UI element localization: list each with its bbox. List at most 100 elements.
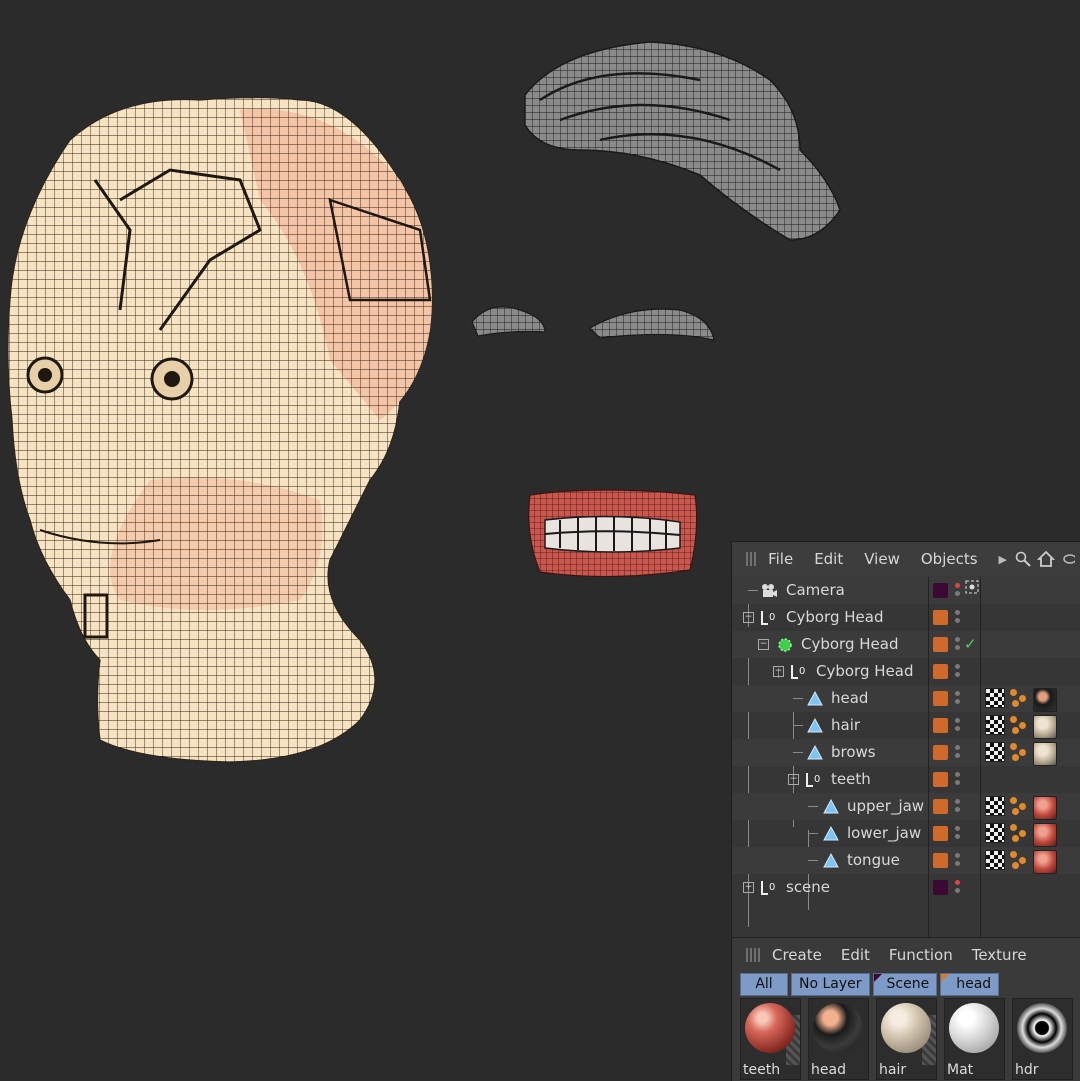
expand-icon[interactable]: + <box>743 882 754 893</box>
visibility-dots[interactable] <box>955 851 963 871</box>
visibility-dots[interactable] <box>955 770 963 790</box>
visibility-dots[interactable] <box>955 716 963 736</box>
check-icon[interactable]: ✓ <box>964 634 977 655</box>
visibility-dots[interactable] <box>955 662 963 682</box>
object-name: head <box>831 689 869 707</box>
material-tag-icon[interactable] <box>1033 715 1057 739</box>
object-name: hair <box>831 716 861 734</box>
uvw-tag-icon[interactable] <box>1009 715 1029 735</box>
polygon-icon <box>823 798 839 814</box>
uvw-tag-icon[interactable] <box>1009 850 1029 870</box>
material-list: teeth head hair Mat hdr <box>740 998 1073 1080</box>
phong-tag-icon[interactable] <box>985 688 1005 708</box>
object-row-hair[interactable]: hair <box>732 712 1080 739</box>
layer-swatch[interactable] <box>933 718 948 733</box>
material-tag-icon[interactable] <box>1033 823 1057 847</box>
uvw-tag-icon[interactable] <box>1009 823 1029 843</box>
grip-icon[interactable] <box>746 552 759 566</box>
material-mat[interactable]: Mat <box>944 998 1005 1080</box>
layer-swatch[interactable] <box>933 583 948 598</box>
svg-text:0: 0 <box>814 774 820 785</box>
home-icon[interactable] <box>1037 550 1055 568</box>
object-row-teeth[interactable]: − 0 teeth <box>732 766 1080 793</box>
filter-head[interactable]: head <box>940 973 1000 996</box>
material-manager-menubar: Create Edit Function Texture <box>732 938 1080 972</box>
layer-swatch[interactable] <box>933 637 948 652</box>
layer-swatch[interactable] <box>933 610 948 625</box>
menu-view[interactable]: View <box>864 550 900 568</box>
visibility-dots[interactable] <box>955 878 963 898</box>
material-tag-icon[interactable] <box>1033 850 1057 874</box>
menu-objects[interactable]: Objects <box>921 550 978 568</box>
menu-edit[interactable]: Edit <box>841 946 870 964</box>
polygon-icon <box>807 717 823 733</box>
object-name: Camera <box>786 581 845 599</box>
link-icon[interactable] <box>1061 550 1075 568</box>
material-tag-icon[interactable] <box>1033 742 1057 766</box>
object-row-lower-jaw[interactable]: lower_jaw <box>732 820 1080 847</box>
menu-file[interactable]: File <box>768 550 793 568</box>
object-row-upper-jaw[interactable]: upper_jaw <box>732 793 1080 820</box>
menu-edit[interactable]: Edit <box>814 550 843 568</box>
filter-all[interactable]: All <box>740 973 788 996</box>
search-icon[interactable] <box>1015 550 1031 568</box>
phong-tag-icon[interactable] <box>985 823 1005 843</box>
object-row-camera[interactable]: Camera <box>732 577 1080 604</box>
filter-scene[interactable]: Scene <box>872 973 938 996</box>
object-tags <box>985 850 1057 874</box>
visibility-dots[interactable] <box>955 824 963 844</box>
object-row-scene[interactable]: + 0 scene <box>732 874 1080 901</box>
menu-texture[interactable]: Texture <box>972 946 1027 964</box>
phong-tag-icon[interactable] <box>985 715 1005 735</box>
visibility-dots[interactable] <box>955 743 963 763</box>
object-row-cyborg-head-generator[interactable]: − Cyborg Head ✓ <box>732 631 1080 658</box>
object-name: brows <box>831 743 876 761</box>
collapse-icon[interactable]: − <box>758 639 769 650</box>
uvw-tag-icon[interactable] <box>1009 796 1029 816</box>
phong-tag-icon[interactable] <box>985 850 1005 870</box>
phong-tag-icon[interactable] <box>985 742 1005 762</box>
uvw-tag-icon[interactable] <box>1009 742 1029 762</box>
object-row-brows[interactable]: brows <box>732 739 1080 766</box>
collapse-icon[interactable]: − <box>773 666 784 677</box>
tree-line <box>748 590 758 591</box>
visibility-dots[interactable] <box>955 797 963 817</box>
visibility-dots[interactable] <box>955 689 963 709</box>
material-tag-icon[interactable] <box>1033 796 1057 820</box>
object-row-tongue[interactable]: tongue <box>732 847 1080 874</box>
layer-swatch[interactable] <box>933 799 948 814</box>
target-tag-icon[interactable] <box>965 580 979 594</box>
object-row-cyborg-head[interactable]: − 0 Cyborg Head <box>732 604 1080 631</box>
menu-function[interactable]: Function <box>889 946 953 964</box>
menu-create[interactable]: Create <box>772 946 822 964</box>
material-teeth[interactable]: teeth <box>740 998 801 1080</box>
visibility-dots[interactable] <box>955 635 963 655</box>
column-divider[interactable] <box>928 577 929 937</box>
column-divider[interactable] <box>980 577 981 937</box>
material-hair[interactable]: hair <box>876 998 937 1080</box>
layer-swatch[interactable] <box>933 853 948 868</box>
visibility-dots[interactable] <box>955 608 963 628</box>
material-head[interactable]: head <box>808 998 869 1080</box>
null-object-icon: 0 <box>806 773 820 787</box>
material-name: Mat <box>947 1062 974 1078</box>
uvw-tag-icon[interactable] <box>1009 688 1029 708</box>
layer-swatch[interactable] <box>933 826 948 841</box>
material-hdr[interactable]: hdr <box>1012 998 1073 1080</box>
collapse-icon[interactable]: − <box>788 774 799 785</box>
chevron-right-icon[interactable]: ▶ <box>999 553 1007 566</box>
layer-swatch[interactable] <box>933 664 948 679</box>
visibility-dots[interactable] <box>955 581 963 601</box>
object-row-head[interactable]: head <box>732 685 1080 712</box>
layer-swatch[interactable] <box>933 691 948 706</box>
collapse-icon[interactable]: − <box>743 612 754 623</box>
grip-icon[interactable] <box>746 948 762 962</box>
filter-no-layer[interactable]: No Layer <box>791 973 870 996</box>
phong-tag-icon[interactable] <box>985 796 1005 816</box>
layer-swatch[interactable] <box>933 880 948 895</box>
material-tag-icon[interactable] <box>1033 688 1057 712</box>
layer-swatch[interactable] <box>933 772 948 787</box>
layer-swatch[interactable] <box>933 745 948 760</box>
object-row-cyborg-head-null[interactable]: − 0 Cyborg Head <box>732 658 1080 685</box>
material-preview <box>881 1003 931 1053</box>
